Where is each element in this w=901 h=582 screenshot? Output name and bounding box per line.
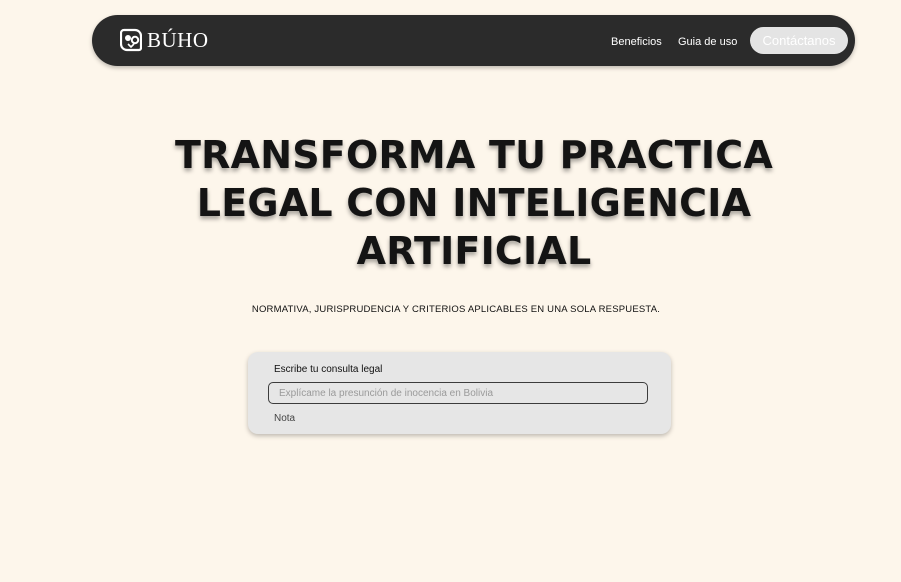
nav-link-beneficios[interactable]: Beneficios (611, 35, 662, 49)
hero-subtitle: NORMATIVA, JURISPRUDENCIA Y CRITERIOS AP… (251, 304, 661, 315)
legal-query-input[interactable] (268, 382, 648, 404)
note-text: Nota (274, 413, 296, 424)
top-navbar: BÚHO Beneficios Guia de uso Contáctanos (92, 15, 855, 66)
brand-logo[interactable]: BÚHO (120, 28, 209, 52)
query-label: Escribe tu consulta legal (274, 364, 383, 375)
owl-face-icon (120, 28, 142, 52)
hero-title-line-2: LEGAL CON INTELIGENCIA (196, 181, 752, 225)
hero-title: TRANSFORMA TU PRACTICA LEGAL CON INTELIG… (0, 131, 901, 275)
hero-title-line-1: TRANSFORMA TU PRACTICA (175, 133, 773, 177)
contact-button[interactable]: Contáctanos (750, 27, 848, 54)
nav-link-guia-de-uso[interactable]: Guia de uso (678, 35, 737, 49)
hero-title-line-3: ARTIFICIAL (356, 229, 592, 273)
query-card: Escribe tu consulta legal Nota (248, 352, 671, 434)
brand-name: BÚHO (147, 28, 209, 52)
